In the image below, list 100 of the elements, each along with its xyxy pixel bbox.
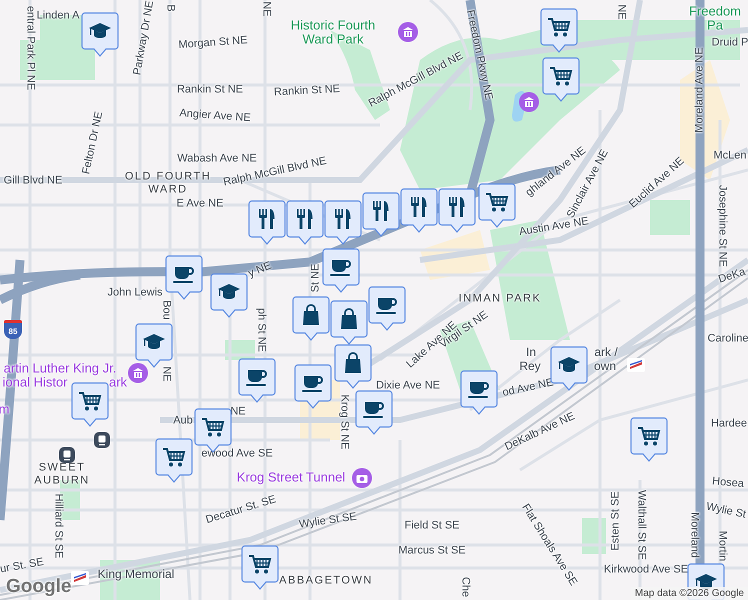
shopping-cart-icon bbox=[548, 18, 570, 36]
street-label: Decatur St. SE bbox=[204, 493, 278, 527]
street-label: Wylie St bbox=[705, 500, 747, 522]
coffee-cup-icon bbox=[363, 402, 384, 418]
restaurant-pin[interactable] bbox=[286, 200, 324, 246]
tram-icon[interactable] bbox=[92, 430, 112, 450]
fork-knife-icon bbox=[297, 209, 312, 229]
street-label: Krog St NE bbox=[338, 394, 350, 450]
cafe-pin[interactable] bbox=[294, 364, 332, 410]
shopping-cart-icon bbox=[163, 448, 186, 466]
restaurant-pin[interactable] bbox=[438, 188, 476, 234]
school-pin[interactable] bbox=[81, 12, 119, 58]
cafe-pin[interactable] bbox=[238, 358, 276, 404]
park-label: Historic Fourth Ward Park bbox=[290, 18, 376, 46]
street-label: St NE bbox=[310, 264, 322, 292]
fork-knife-icon bbox=[373, 201, 388, 221]
coffee-cup-icon bbox=[173, 267, 194, 283]
street-label: B bbox=[164, 4, 176, 12]
street-label: DeKa bbox=[716, 266, 748, 286]
street-label: Josephine St NE bbox=[716, 185, 728, 267]
museum-icon[interactable] bbox=[128, 363, 148, 383]
street-label: Kirkwood Ave SE bbox=[604, 564, 688, 576]
street-label: Rankin St NE bbox=[176, 84, 244, 96]
shopping-bag-icon bbox=[341, 308, 357, 329]
street-label: Moreland bbox=[688, 512, 700, 558]
museum-icon[interactable] bbox=[398, 22, 418, 42]
plaza-area bbox=[420, 230, 490, 280]
fork-knife-icon bbox=[259, 209, 274, 229]
restaurant-pin[interactable] bbox=[362, 192, 400, 238]
rail-logo-icon[interactable] bbox=[70, 568, 90, 588]
street-label: ur St. SE bbox=[0, 556, 45, 576]
street-label: od Ave NE bbox=[501, 376, 555, 400]
interstate-shield: 85 bbox=[4, 320, 22, 339]
grocery-pin[interactable] bbox=[241, 545, 279, 591]
shopping-cart-icon bbox=[79, 392, 102, 410]
cafe-pin[interactable] bbox=[322, 248, 360, 294]
neighborhood-label: INMAN PARK bbox=[458, 292, 542, 306]
street-label: Field St SE bbox=[404, 520, 460, 532]
rail-logo-icon[interactable] bbox=[626, 355, 646, 375]
street-label: John Lewis bbox=[107, 286, 163, 300]
street-label: ewood Ave SE bbox=[201, 448, 273, 460]
coffee-cup-icon bbox=[330, 260, 351, 276]
street-label: Hosea bbox=[712, 475, 744, 491]
street-label: Morgan St NE bbox=[178, 34, 248, 52]
shopping-pin[interactable] bbox=[334, 344, 372, 390]
street-label: Druid P bbox=[712, 36, 748, 50]
street-label: entral Park Pl NE bbox=[24, 6, 36, 90]
street-label: Dixie Ave NE bbox=[376, 380, 440, 392]
park-label: Freedom Pa bbox=[688, 4, 742, 32]
grocery-pin[interactable] bbox=[630, 417, 668, 463]
neighborhood-label: OLD FOURTH WARD bbox=[124, 170, 212, 196]
camera-icon[interactable] bbox=[352, 468, 372, 488]
shopping-cart-icon bbox=[202, 418, 224, 436]
street-label: ph St NE bbox=[254, 308, 268, 352]
graduation-cap-icon bbox=[89, 23, 111, 38]
street-label: Mortin bbox=[716, 530, 728, 562]
street-label: Linden A bbox=[36, 10, 80, 22]
grocery-pin[interactable] bbox=[71, 382, 109, 428]
street-label: Wabash Ave NE bbox=[177, 152, 257, 165]
museum-icon[interactable] bbox=[519, 92, 539, 112]
shopping-pin[interactable] bbox=[330, 300, 368, 346]
restaurant-pin[interactable] bbox=[248, 200, 286, 246]
street-label: Bou bbox=[160, 300, 172, 320]
street-label: y NE bbox=[246, 260, 274, 280]
station-label: King Memorial bbox=[98, 568, 174, 582]
street-label: Che bbox=[458, 576, 472, 598]
coffee-cup-icon bbox=[246, 370, 267, 386]
cafe-pin[interactable] bbox=[460, 370, 498, 416]
street-label: NE bbox=[260, 1, 272, 17]
coffee-cup-icon bbox=[302, 376, 323, 392]
shopping-bag-icon bbox=[303, 304, 319, 325]
street-label: Wylie St SE bbox=[298, 510, 358, 532]
restaurant-pin[interactable] bbox=[400, 188, 438, 234]
shopping-cart-icon bbox=[486, 193, 508, 212]
street-label: McLen bbox=[713, 150, 747, 162]
cafe-pin[interactable] bbox=[368, 286, 406, 332]
school-pin[interactable] bbox=[210, 273, 248, 319]
coffee-cup-icon bbox=[376, 298, 397, 314]
neighborhood-label: ABBAGETOWN bbox=[279, 574, 373, 588]
cafe-pin[interactable] bbox=[355, 390, 393, 436]
station-label: Rey bbox=[519, 360, 541, 374]
grocery-pin[interactable] bbox=[155, 438, 193, 484]
street-label: Marcus St SE bbox=[398, 544, 466, 558]
street-label: E Ave NE bbox=[176, 198, 224, 210]
street-label: Hilliard St SE bbox=[52, 494, 64, 558]
shopping-cart-icon bbox=[550, 67, 572, 86]
street-label: NE bbox=[160, 366, 172, 382]
grocery-pin[interactable] bbox=[478, 183, 516, 229]
place-label: Krog Street Tunnel bbox=[236, 470, 346, 486]
cafe-pin[interactable] bbox=[165, 255, 203, 301]
fork-knife-icon bbox=[449, 197, 464, 217]
restaurant-pin[interactable] bbox=[324, 200, 362, 246]
street-label: NE bbox=[230, 406, 246, 418]
street-label: Walthall St SE bbox=[634, 490, 648, 560]
shopping-pin[interactable] bbox=[292, 296, 330, 342]
street-label: Felton Dr NE bbox=[80, 110, 106, 176]
street-label: Caroline bbox=[708, 332, 748, 346]
station-label: ark / bbox=[594, 346, 618, 360]
school-pin[interactable] bbox=[135, 323, 173, 369]
station-label: own bbox=[594, 360, 616, 374]
